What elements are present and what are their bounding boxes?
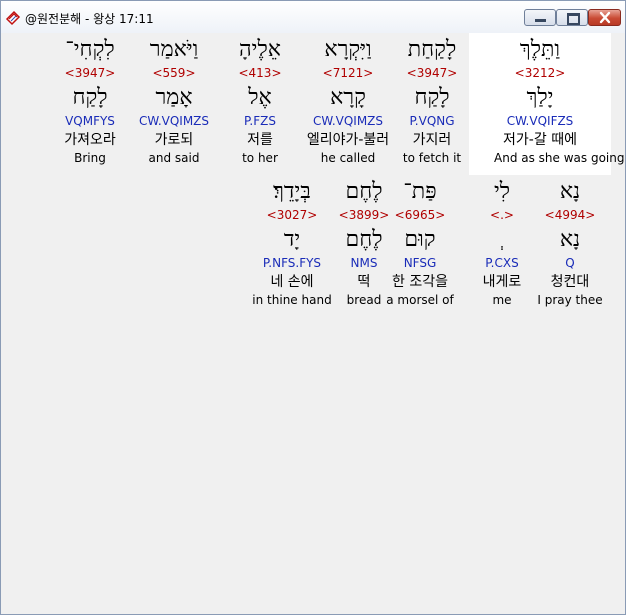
hebrew-lemma: לָקַח [72, 85, 108, 110]
korean-gloss: 엘리야가-불러 [306, 132, 390, 148]
korean-gloss: 저를 [247, 132, 273, 148]
korean-gloss: 가로되 [154, 132, 194, 148]
word-cell[interactable]: לָקַחַת <3947> לָקַח P.VQNG 가지러 to fetch it [386, 33, 478, 173]
english-gloss: to fetch it [402, 151, 462, 165]
parsing-code: CW.VQIMZS [138, 114, 210, 128]
korean-gloss: 저가-갈 때에 [503, 132, 577, 148]
hebrew-lemma: אֶל [248, 85, 272, 110]
strong-number: <7121> [322, 66, 374, 80]
close-button[interactable] [588, 9, 621, 26]
korean-gloss: 가지러 [412, 132, 452, 148]
parsing-code: P.FZS [244, 114, 276, 128]
hebrew-lemma: אָמַר [155, 85, 193, 110]
english-gloss: in thine hand [252, 293, 332, 307]
word-cell[interactable]: וַתֵּלֶךְ <3212> יָלַךְ CW.VQIFZS 저가-갈 때에 And… [494, 33, 625, 173]
word-cell[interactable]: בְּיָדֵךְ׃ <3027> יָד P.NFS.FYS 네 손에 in thine… [246, 175, 338, 315]
parsing-code: CW.VQIFZS [506, 114, 574, 128]
strong-number: <3947> [64, 66, 116, 80]
maximize-icon [567, 13, 580, 25]
hebrew-word: וַתֵּלֶךְ [519, 37, 561, 62]
app-window: @원전분해 - 왕상 17:11 וַתֵּלֶךְ <3212> יָלַךְ CW… [0, 0, 626, 615]
parsing-code: VQMFYS [65, 114, 115, 128]
maximize-button[interactable] [556, 9, 588, 26]
parsing-code: P.NFS.FYS [262, 256, 322, 270]
hebrew-lemma: יָד [283, 227, 301, 252]
minimize-button[interactable] [524, 9, 556, 26]
hebrew-word: אֵלֶיהָ [239, 37, 281, 62]
word-cell[interactable]: לִקְחִי־ <3947> לָקַח VQMFYS 가져오라 Bring [44, 33, 136, 173]
parsing-code: CW.VQIMZS [312, 114, 384, 128]
english-gloss: me [492, 293, 512, 307]
english-gloss: to her [242, 151, 278, 165]
strong-number: <.> [490, 208, 514, 222]
window-title: @원전분해 - 왕상 17:11 [25, 12, 154, 26]
korean-gloss: 내게로 [482, 274, 522, 290]
hebrew-lemma: יָלַךְ [526, 85, 554, 110]
word-cell[interactable]: וַיִּקְרָא <7121> קָרָא CW.VQIMZS 엘리야가-불러 he … [302, 33, 394, 173]
parsing-code: P.VQNG [409, 114, 455, 128]
hebrew-word: לִקְחִי־ [65, 37, 115, 62]
parsing-code: P.CXS [485, 256, 519, 270]
hebrew-word: וַיֹּאמַר [149, 37, 199, 62]
interlinear-panel: וַתֵּלֶךְ <3212> יָלַךְ CW.VQIFZS 저가-갈 때에 And… [4, 33, 625, 612]
strong-number: <3027> [266, 208, 318, 222]
hebrew-lemma: ְ [456, 227, 548, 253]
strong-number: <3947> [406, 66, 458, 80]
hebrew-lemma: לָקַח [414, 85, 450, 110]
hebrew-word: בְּיָדֵךְ׃ [273, 179, 311, 204]
english-gloss: he called [320, 151, 376, 165]
strong-number: <413> [238, 66, 282, 80]
minimize-icon [535, 19, 546, 22]
hebrew-lemma: קָרָא [330, 85, 366, 110]
hebrew-word: לָקַחַת [407, 37, 457, 62]
english-gloss: and said [148, 151, 200, 165]
strong-number: <559> [152, 66, 196, 80]
word-cell[interactable]: לִי <.>ְ P.CXS 내게로 me [456, 175, 548, 315]
korean-gloss: 네 손에 [270, 274, 314, 290]
korean-gloss: 가져오라 [64, 132, 116, 148]
word-cell[interactable]: וַיֹּאמַר <559> אָמַר CW.VQIMZS 가로되 and said [128, 33, 220, 173]
word-cell[interactable]: אֵלֶיהָ <413> אֶל P.FZS 저를 to her [214, 33, 306, 173]
english-gloss: Bring [74, 151, 106, 165]
hebrew-word: לִי [493, 179, 511, 204]
strong-number: <3212> [514, 66, 566, 80]
title-bar[interactable]: @원전분해 - 왕상 17:11 [1, 1, 625, 33]
english-gloss: And as she was going [494, 151, 625, 165]
hebrew-word: וַיִּקְרָא [324, 37, 372, 62]
bible-app-icon [5, 10, 21, 26]
close-icon [599, 11, 611, 24]
